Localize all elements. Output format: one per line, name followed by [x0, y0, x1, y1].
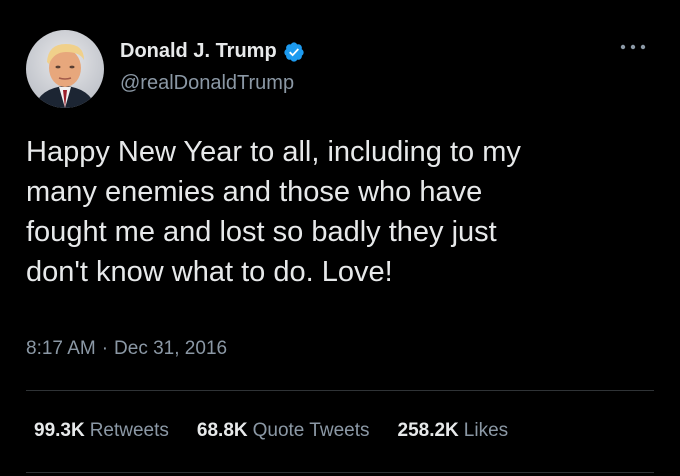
author-display-name[interactable]: Donald J. Trump [120, 40, 277, 63]
meta-separator: · [101, 338, 109, 359]
verified-badge-icon [283, 41, 305, 63]
tweet-card: Donald J. Trump @realDonaldTrump Happy N… [0, 0, 680, 476]
author-handle[interactable]: @realDonaldTrump [120, 72, 294, 95]
quote-tweets-count: 68.8K [196, 420, 248, 441]
avatar[interactable] [26, 30, 104, 108]
more-options-icon[interactable] [618, 36, 648, 58]
tweet-date: Dec 31, 2016 [114, 338, 228, 359]
divider [26, 390, 654, 391]
retweets-label: Retweets [89, 420, 169, 441]
retweets-stat[interactable]: 99.3K Retweets [34, 420, 169, 442]
tweet-timestamp[interactable]: 8:17 AM · Dec 31, 2016 [26, 338, 227, 360]
quote-tweets-stat[interactable]: 68.8K Quote Tweets [197, 420, 370, 442]
retweets-count: 99.3K [34, 420, 85, 441]
tweet-text: Happy New Year to all, including to my m… [26, 136, 521, 288]
quote-tweets-label: Quote Tweets [252, 420, 370, 441]
likes-count: 258.2K [397, 420, 459, 441]
tweet-time: 8:17 AM [26, 338, 96, 359]
likes-label: Likes [463, 420, 509, 441]
author-name-row: Donald J. Trump [120, 40, 305, 63]
avatar-image [26, 30, 104, 108]
engagement-stats: 99.3K Retweets 68.8K Quote Tweets 258.2K… [34, 420, 508, 442]
likes-stat[interactable]: 258.2K Likes [398, 420, 509, 442]
divider [26, 472, 654, 473]
